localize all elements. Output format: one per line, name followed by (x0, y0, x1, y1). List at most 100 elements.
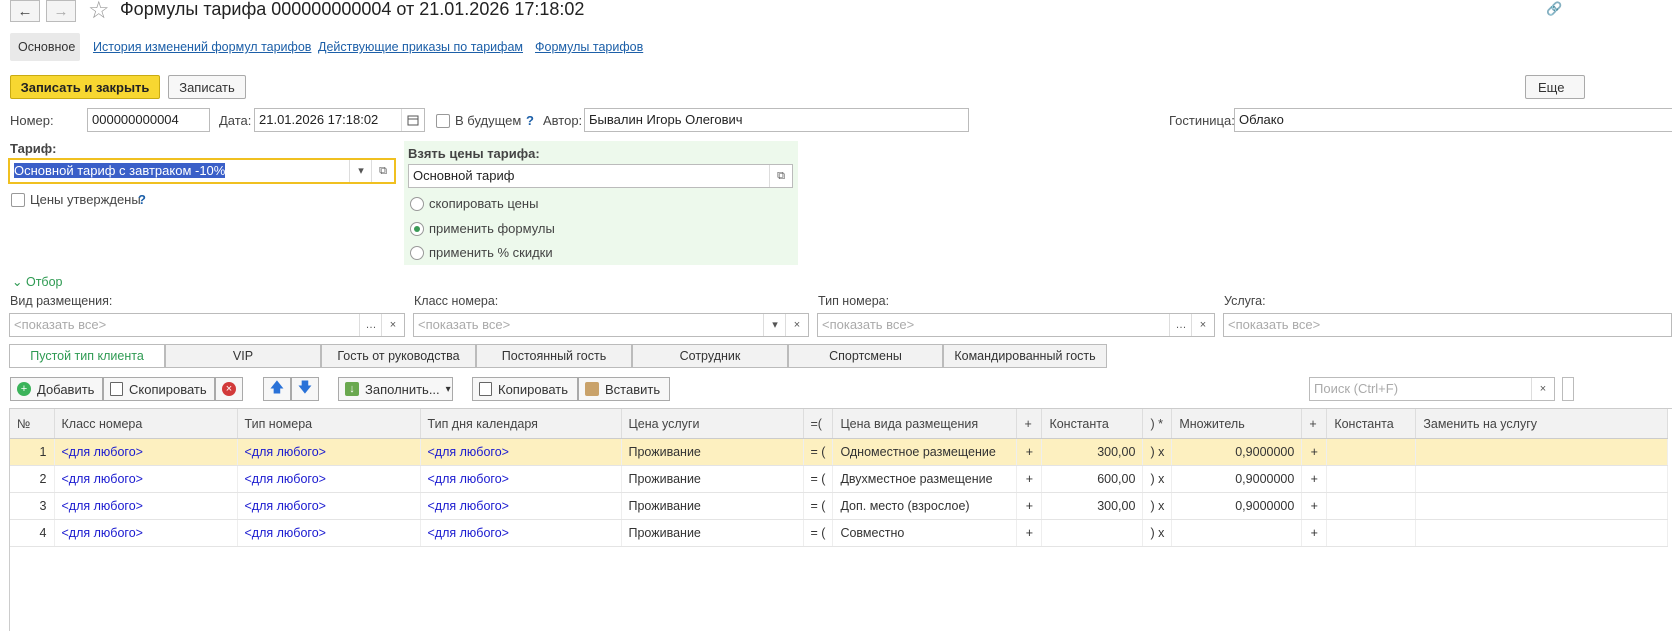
cell-constant[interactable]: 600,00 (1041, 465, 1144, 493)
cell-constant[interactable] (1041, 519, 1144, 547)
chevron-down-icon[interactable]: ▾ (763, 314, 786, 336)
radio-apply-formulas[interactable] (410, 222, 424, 236)
clear-icon[interactable]: × (1191, 314, 1214, 336)
add-button[interactable]: + Добавить (10, 377, 103, 401)
date-field[interactable]: 21.01.2026 17:18:02 (254, 108, 425, 132)
room-type-filter[interactable]: <показать все> … × (817, 313, 1215, 337)
cell-replace-service[interactable] (1415, 465, 1669, 493)
cell-plus-2[interactable]: + (1301, 492, 1328, 520)
cell-room-class[interactable]: <для любого> (54, 465, 238, 493)
move-down-button[interactable]: 🡇 (291, 377, 319, 401)
col-constant[interactable]: Константа (1041, 409, 1144, 439)
cell-room-class[interactable]: <для любого> (54, 438, 238, 466)
search-input[interactable]: Поиск (Ctrl+F) × (1309, 377, 1555, 401)
cell-room-type[interactable]: <для любого> (237, 438, 421, 466)
col-room-type[interactable]: Тип номера (237, 409, 421, 439)
cell-eq[interactable]: = ( (803, 438, 834, 466)
cell-constant-2[interactable] (1326, 492, 1417, 520)
cell-plus[interactable]: + (1016, 492, 1043, 520)
tab-main[interactable]: Основное (18, 40, 75, 54)
cell-room-type[interactable]: <для любого> (237, 519, 421, 547)
cell-plus[interactable]: + (1016, 519, 1043, 547)
cell-replace-service[interactable] (1415, 519, 1669, 547)
cell-constant[interactable]: 300,00 (1041, 492, 1144, 520)
cell-day-type[interactable]: <для любого> (420, 438, 622, 466)
paste-button[interactable]: Вставить (578, 377, 670, 401)
cell-constant-2[interactable] (1326, 519, 1417, 547)
cell-eq[interactable]: = ( (803, 492, 834, 520)
cell-plus-2[interactable]: + (1301, 519, 1328, 547)
link-icon[interactable]: 🔗 (1546, 1, 1562, 17)
col-mul[interactable]: ) * (1142, 409, 1173, 439)
select-icon[interactable]: … (1169, 314, 1192, 336)
cell-service-price[interactable]: Проживание (621, 465, 804, 493)
col-service-price[interactable]: Цена услуги (621, 409, 804, 439)
cell-mul[interactable]: ) x (1142, 519, 1173, 547)
col-day-type[interactable]: Тип дня календаря (420, 409, 622, 439)
select-icon[interactable]: … (359, 314, 382, 336)
back-button[interactable]: ← (10, 0, 40, 22)
clear-icon[interactable]: × (381, 314, 404, 336)
clear-icon[interactable]: × (785, 314, 808, 336)
cell-mul[interactable]: ) x (1142, 438, 1173, 466)
client-tab-management[interactable]: Гость от руководства (321, 344, 476, 368)
cell-number[interactable]: 3 (10, 492, 55, 520)
cell-constant-2[interactable] (1326, 465, 1417, 493)
prices-tariff-field[interactable]: Основной тариф ⧉ (408, 164, 793, 188)
cell-eq[interactable]: = ( (803, 465, 834, 493)
prices-approved-checkbox[interactable] (11, 193, 25, 207)
room-class-filter[interactable]: <показать все> ▾ × (413, 313, 809, 337)
cell-placement-price[interactable]: Совместно (832, 519, 1018, 547)
cell-number[interactable]: 2 (10, 465, 55, 493)
cell-mul[interactable]: ) x (1142, 492, 1173, 520)
cell-multiplier[interactable]: 0,9000000 (1171, 492, 1303, 520)
cell-placement-price[interactable]: Доп. место (взрослое) (832, 492, 1018, 520)
client-tab-empty[interactable]: Пустой тип клиента (9, 344, 165, 368)
forward-button[interactable]: → (46, 0, 76, 22)
chevron-down-icon[interactable]: ▾ (349, 160, 372, 182)
cell-placement-price[interactable]: Одноместное размещение (832, 438, 1018, 466)
open-icon[interactable]: ⧉ (371, 160, 394, 182)
radio-apply-discount[interactable] (410, 246, 424, 260)
col-constant-2[interactable]: Константа (1326, 409, 1417, 439)
open-icon[interactable]: ⧉ (769, 165, 792, 187)
cell-room-type[interactable]: <для любого> (237, 465, 421, 493)
copy-button[interactable]: Копировать (472, 377, 578, 401)
col-placement-price[interactable]: Цена вида размещения (832, 409, 1018, 439)
cell-replace-service[interactable] (1415, 492, 1669, 520)
fill-button[interactable]: ↓ Заполнить... ▾ (338, 377, 453, 401)
favorite-star-icon[interactable]: ☆ (88, 0, 110, 25)
col-eq[interactable]: =( (803, 409, 834, 439)
cell-day-type[interactable]: <для любого> (420, 465, 622, 493)
cell-multiplier[interactable] (1171, 519, 1303, 547)
col-number[interactable]: № (10, 409, 55, 439)
client-tab-athletes[interactable]: Спортсмены (788, 344, 943, 368)
cell-room-class[interactable]: <для любого> (54, 519, 238, 547)
cell-replace-service[interactable] (1415, 438, 1669, 466)
placement-filter[interactable]: <показать все> … × (9, 313, 405, 337)
cell-day-type[interactable]: <для любого> (420, 492, 622, 520)
client-tab-business[interactable]: Командированный гость (943, 344, 1107, 368)
col-plus[interactable]: + (1016, 409, 1043, 439)
save-close-button[interactable]: Записать и закрыть (10, 75, 160, 99)
cell-day-type[interactable]: <для любого> (420, 519, 622, 547)
search-extra-button[interactable] (1562, 377, 1574, 401)
cell-service-price[interactable]: Проживание (621, 438, 804, 466)
copy-row-button[interactable]: Скопировать (103, 377, 215, 401)
cell-mul[interactable]: ) x (1142, 465, 1173, 493)
table-row[interactable]: 4 <для любого> <для любого> <для любого> Про… (10, 519, 1669, 547)
filter-toggle[interactable]: ⌄ Отбор (12, 274, 62, 289)
clear-icon[interactable]: × (1531, 378, 1554, 400)
cell-service-price[interactable]: Проживание (621, 519, 804, 547)
cell-number[interactable]: 4 (10, 519, 55, 547)
cell-eq[interactable]: = ( (803, 519, 834, 547)
future-help-icon[interactable]: ? (526, 113, 534, 128)
cell-placement-price[interactable]: Двухместное размещение (832, 465, 1018, 493)
tab-orders[interactable]: Действующие приказы по тарифам (318, 40, 523, 54)
col-plus-2[interactable]: + (1301, 409, 1328, 439)
cell-room-type[interactable]: <для любого> (237, 492, 421, 520)
number-field[interactable]: 000000000004 (87, 108, 210, 132)
col-room-class[interactable]: Класс номера (54, 409, 238, 439)
client-tab-employee[interactable]: Сотрудник (632, 344, 788, 368)
cell-multiplier[interactable]: 0,9000000 (1171, 465, 1303, 493)
